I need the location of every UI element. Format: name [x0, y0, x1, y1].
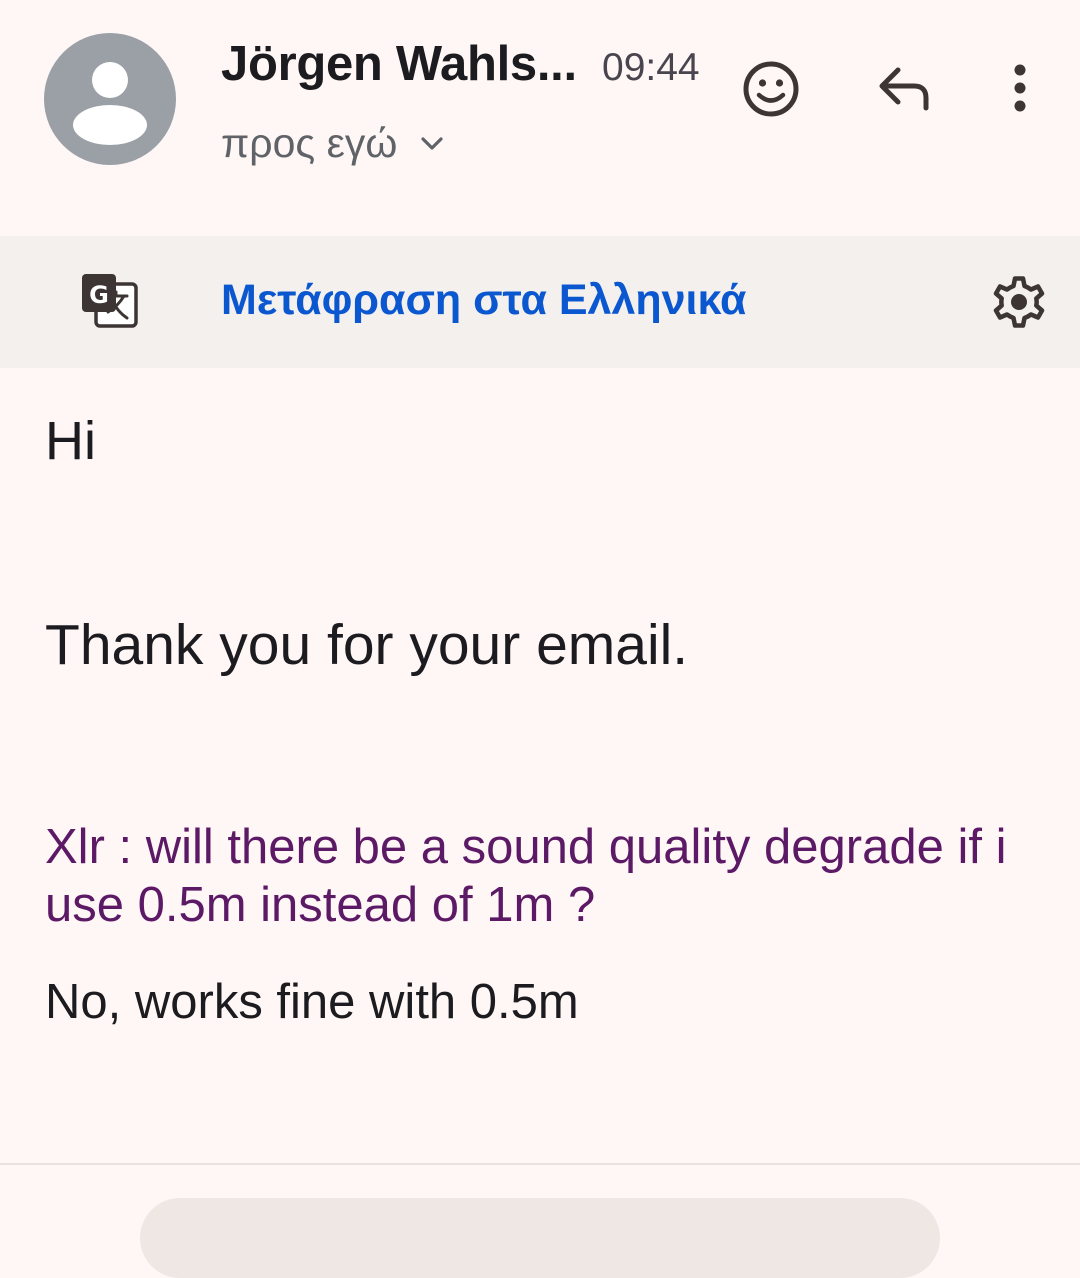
translate-bar: G Μετάφραση στα Ελληνικά	[0, 236, 1080, 368]
more-options-button[interactable]	[1000, 60, 1040, 120]
sender-avatar[interactable]	[44, 33, 176, 165]
sender-name[interactable]: Jörgen Wahls...	[221, 36, 577, 92]
reply-text: No, works fine with 0.5m	[45, 975, 579, 1029]
reply-button[interactable]	[874, 62, 936, 116]
person-icon	[73, 62, 147, 145]
bottom-action-pill[interactable]	[140, 1198, 940, 1278]
reply-icon	[879, 67, 929, 111]
gear-icon[interactable]	[988, 271, 1050, 333]
more-vert-icon	[1014, 64, 1026, 112]
message-time: 09:44	[602, 46, 700, 89]
greeting-text: Hi	[45, 411, 96, 471]
thanks-text: Thank you for your email.	[45, 613, 689, 677]
translate-link[interactable]: Μετάφραση στα Ελληνικά	[221, 276, 747, 325]
emoji-reaction-button[interactable]	[740, 58, 802, 120]
recipient-details-toggle[interactable]: προς εγώ	[221, 120, 447, 167]
google-translate-icon: G	[82, 274, 138, 328]
recipient-label: προς εγώ	[221, 120, 398, 166]
divider	[0, 1163, 1080, 1165]
quoted-question: Xlr : will there be a sound quality degr…	[45, 820, 1007, 932]
svg-text:G: G	[89, 281, 109, 309]
chevron-down-icon	[421, 136, 443, 150]
message-header: Jörgen Wahls... 09:44 προς εγώ	[0, 0, 1080, 236]
emoji-reaction-icon	[743, 61, 799, 117]
